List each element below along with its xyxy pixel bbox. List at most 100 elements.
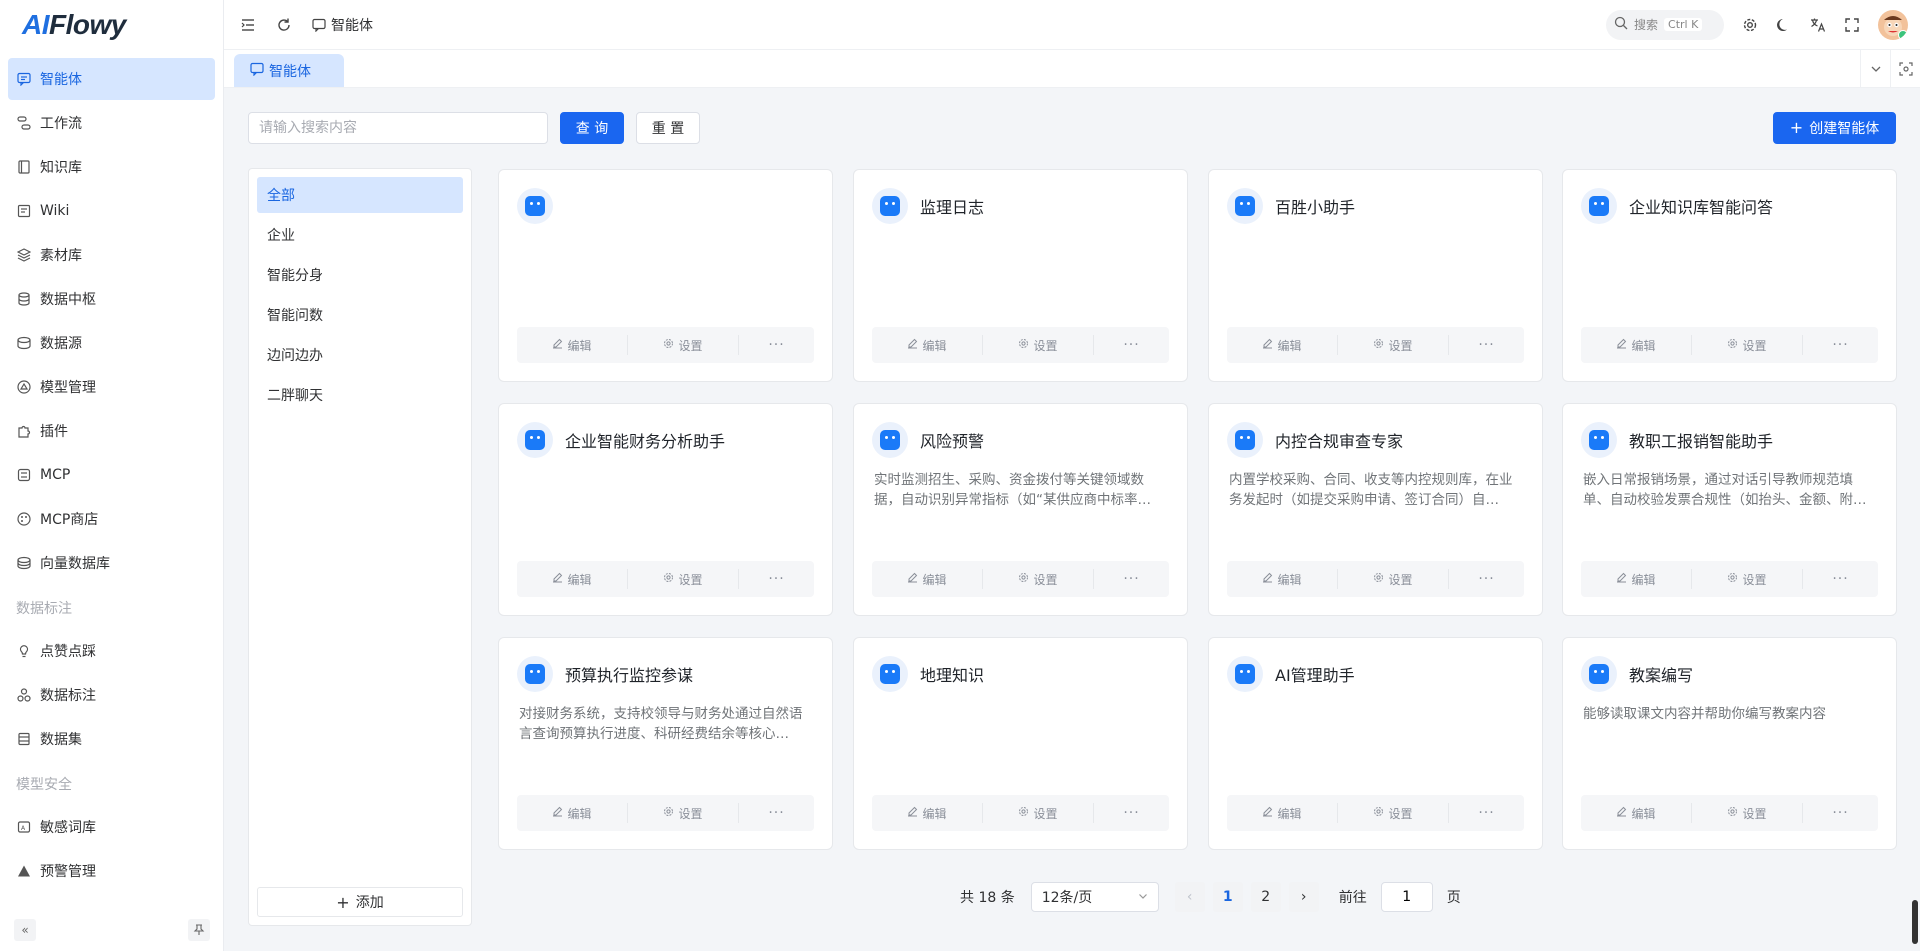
agent-card[interactable]: 企业知识库智能问答 编辑 设置 ··· [1562, 169, 1897, 382]
category-item[interactable]: 智能问数 [257, 297, 463, 333]
page-1-button[interactable]: 1 [1212, 882, 1243, 912]
scrollbar-thumb[interactable] [1912, 900, 1918, 944]
agent-card[interactable]: 教案编写 能够读取课文内容并帮助你编写教案内容 编辑 设置 ··· [1562, 637, 1897, 850]
gear-icon[interactable] [1742, 17, 1758, 33]
fullscreen-icon[interactable] [1844, 17, 1860, 33]
settings-button[interactable]: 设置 [1691, 335, 1802, 355]
category-item[interactable]: 企业 [257, 217, 463, 253]
query-button[interactable]: 查 询 [560, 112, 624, 144]
next-page-button[interactable]: › [1288, 882, 1319, 912]
agent-card[interactable]: 企业智能财务分析助手 编辑 设置 ··· [498, 403, 833, 616]
more-button[interactable]: ··· [1802, 335, 1878, 355]
edit-button[interactable]: 编辑 [872, 327, 982, 363]
agent-card[interactable]: 百胜小助手 编辑 设置 ··· [1208, 169, 1543, 382]
agent-card[interactable]: AI管理助手 编辑 设置 ··· [1208, 637, 1543, 850]
more-button[interactable]: ··· [738, 569, 814, 589]
agent-card[interactable]: 监理日志 编辑 设置 ··· [853, 169, 1188, 382]
settings-button[interactable]: 设置 [627, 803, 738, 823]
edit-button[interactable]: 编辑 [1227, 561, 1337, 597]
category-item[interactable]: 边问边办 [257, 337, 463, 373]
more-button[interactable]: ··· [1093, 803, 1169, 823]
sidebar-item-vector-db[interactable]: 向量数据库 [8, 542, 215, 584]
edit-button[interactable]: 编辑 [517, 327, 627, 363]
agent-card[interactable]: 风险预警 实时监测招生、采购、资金拨付等关键领域数据，自动识别异常指标（如“某供应… [853, 403, 1188, 616]
sidebar-item-dataset[interactable]: 数据集 [8, 718, 215, 760]
edit-button[interactable]: 编辑 [872, 561, 982, 597]
more-button[interactable]: ··· [1093, 335, 1169, 355]
settings-button[interactable]: 设置 [1337, 569, 1448, 589]
search-input[interactable] [248, 112, 548, 144]
prev-page-button[interactable]: ‹ [1174, 882, 1205, 912]
settings-button[interactable]: 设置 [627, 335, 738, 355]
sidebar-item-mcp-store[interactable]: MCP商店 [8, 498, 215, 540]
create-agent-button[interactable]: + 创建智能体 [1773, 112, 1896, 144]
agent-card[interactable]: 编辑 设置 ··· [498, 169, 833, 382]
page-size-select[interactable]: 12条/页 [1030, 882, 1159, 912]
edit-button[interactable]: 编辑 [517, 795, 627, 831]
menu-toggle-icon[interactable] [240, 17, 256, 33]
edit-button[interactable]: 编辑 [872, 795, 982, 831]
sidebar-item-knowledge[interactable]: 知识库 [8, 146, 215, 188]
more-button[interactable]: ··· [1448, 569, 1524, 589]
global-search[interactable]: 搜索 Ctrl K [1606, 9, 1724, 40]
settings-button[interactable]: 设置 [982, 569, 1093, 589]
more-button[interactable]: ··· [1802, 569, 1878, 589]
brand-logo[interactable]: AI Flowy [0, 0, 223, 50]
tab-agents[interactable]: 智能体 [234, 54, 344, 87]
more-button[interactable]: ··· [738, 803, 814, 823]
settings-button[interactable]: 设置 [982, 803, 1093, 823]
sidebar-item-workflow[interactable]: 工作流 [8, 102, 215, 144]
agent-card[interactable]: 预算执行监控参谋 对接财务系统，支持校领导与财务处通过自然语言查询预算执行进度、科… [498, 637, 833, 850]
refresh-icon[interactable] [276, 17, 292, 33]
sidebar-item-feedback[interactable]: 点赞点踩 [8, 630, 215, 672]
settings-button[interactable]: 设置 [1691, 803, 1802, 823]
sidebar-item-materials[interactable]: 素材库 [8, 234, 215, 276]
edit-button[interactable]: 编辑 [1581, 561, 1691, 597]
settings-button[interactable]: 设置 [1691, 569, 1802, 589]
agent-card[interactable]: 地理知识 编辑 设置 ··· [853, 637, 1188, 850]
more-button[interactable]: ··· [1448, 335, 1524, 355]
chevron-down-icon[interactable] [1860, 50, 1890, 88]
sidebar-item-agents[interactable]: 智能体 [8, 58, 215, 100]
edit-label: 编辑 [922, 572, 947, 587]
edit-button[interactable]: 编辑 [1581, 327, 1691, 363]
settings-button[interactable]: 设置 [982, 335, 1093, 355]
sidebar-item-sensitive-words[interactable]: A 敏感词库 [8, 806, 215, 848]
sidebar-item-data-hub[interactable]: 数据中枢 [8, 278, 215, 320]
category-item[interactable]: 二胖聊天 [257, 377, 463, 413]
goto-page-input[interactable] [1380, 882, 1433, 912]
sidebar-item-mcp[interactable]: MCP [8, 454, 215, 496]
sidebar-item-labeling[interactable]: 数据标注 [8, 674, 215, 716]
more-button[interactable]: ··· [1448, 803, 1524, 823]
collapse-sidebar-icon[interactable]: « [14, 919, 36, 941]
user-avatar[interactable] [1878, 9, 1908, 40]
sidebar-item-plugins[interactable]: 插件 [8, 410, 215, 452]
more-button[interactable]: ··· [738, 335, 814, 355]
agent-card[interactable]: 教职工报销智能助手 嵌入日常报销场景，通过对话引导教师规范填单、自动校验发票合规性… [1562, 403, 1897, 616]
translate-icon[interactable] [1810, 17, 1826, 33]
settings-button[interactable]: 设置 [1337, 803, 1448, 823]
add-category-button[interactable]: + 添加 [257, 887, 463, 917]
edit-button[interactable]: 编辑 [1581, 795, 1691, 831]
agent-card[interactable]: 内控合规审查专家 内置学校采购、合同、收支等内控规则库，在业务发起时（如提交采购申… [1208, 403, 1543, 616]
page-2-button[interactable]: 2 [1250, 882, 1281, 912]
pin-icon[interactable] [188, 919, 210, 941]
category-item[interactable]: 全部 [257, 177, 463, 213]
settings-button[interactable]: 设置 [627, 569, 738, 589]
agent-card-header: 预算执行监控参谋 [517, 656, 693, 692]
edit-button[interactable]: 编辑 [517, 561, 627, 597]
sidebar-item-wiki[interactable]: Wiki [8, 190, 215, 232]
reset-button[interactable]: 重 置 [636, 112, 700, 144]
dark-mode-icon[interactable] [1776, 17, 1792, 33]
category-item[interactable]: 智能分身 [257, 257, 463, 293]
sidebar-item-datasource[interactable]: 数据源 [8, 322, 215, 364]
sidebar-item-alerts[interactable]: 预警管理 [8, 850, 215, 892]
edit-button[interactable]: 编辑 [1227, 795, 1337, 831]
screenshot-icon[interactable] [1890, 50, 1920, 88]
more-button[interactable]: ··· [1093, 569, 1169, 589]
more-button[interactable]: ··· [1802, 803, 1878, 823]
settings-button[interactable]: 设置 [1337, 335, 1448, 355]
workflow-icon [16, 115, 32, 131]
sidebar-item-models[interactable]: 模型管理 [8, 366, 215, 408]
edit-button[interactable]: 编辑 [1227, 327, 1337, 363]
